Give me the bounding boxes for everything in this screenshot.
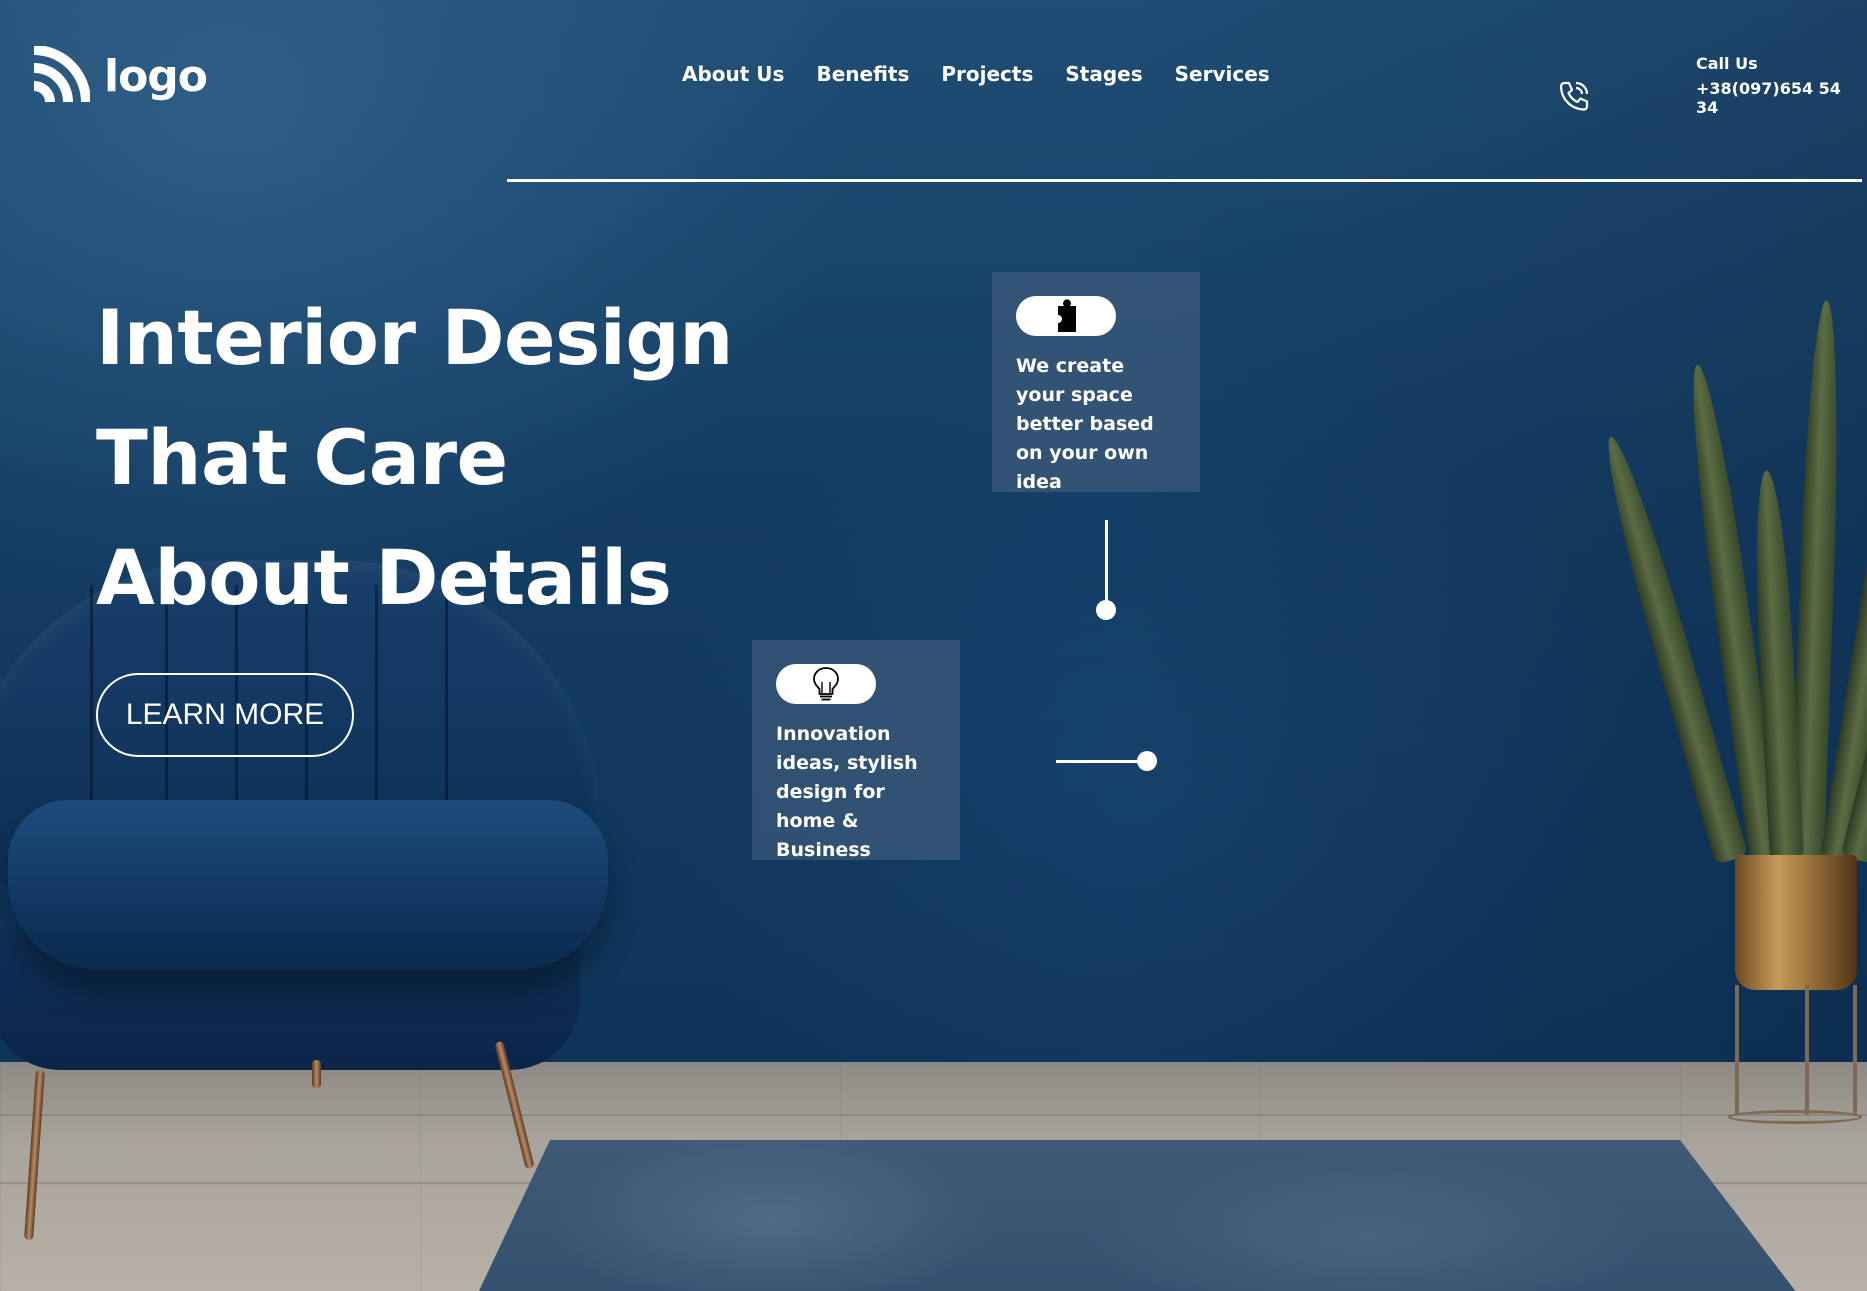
hero-title-line: Interior Design bbox=[96, 293, 733, 382]
call-us-block[interactable]: Call Us +38(097)654 54 34 bbox=[1696, 54, 1867, 117]
puzzle-piece-icon bbox=[1058, 299, 1076, 332]
feature-icon-pill bbox=[776, 664, 876, 704]
nav-stages[interactable]: Stages bbox=[1065, 62, 1142, 86]
lightbulb-icon bbox=[813, 667, 839, 701]
hero-title-line: About Details bbox=[96, 533, 672, 622]
hero-title: Interior Design That Care About Details bbox=[96, 278, 733, 638]
feature-text: We create your space better based on you… bbox=[1016, 355, 1154, 493]
armchair-rib bbox=[90, 585, 93, 815]
hero-title-line: That Care bbox=[96, 413, 508, 502]
nav-benefits[interactable]: Benefits bbox=[816, 62, 909, 86]
feature-card: Innovation ideas, stylish design for hom… bbox=[752, 640, 960, 861]
phone-icon[interactable] bbox=[1556, 78, 1592, 114]
pot-stand-ring bbox=[1728, 1110, 1862, 1124]
phone-number[interactable]: +38(097)654 54 34 bbox=[1696, 79, 1867, 117]
nav-services[interactable]: Services bbox=[1175, 62, 1270, 86]
feature-text: Innovation ideas, stylish design for hom… bbox=[776, 723, 918, 861]
feature-icon-pill bbox=[1016, 296, 1116, 336]
area-rug bbox=[470, 1140, 1810, 1291]
connector-dot bbox=[1096, 600, 1116, 620]
connector-dot bbox=[1137, 751, 1157, 771]
main-nav: About Us Benefits Projects Stages Servic… bbox=[682, 62, 1270, 86]
pot-stand-leg bbox=[1805, 985, 1809, 1115]
nav-about-us[interactable]: About Us bbox=[682, 62, 784, 86]
learn-more-button[interactable]: LEARN MORE bbox=[96, 673, 354, 757]
feature-card: We create your space better based on you… bbox=[992, 272, 1200, 493]
plant-pot bbox=[1735, 855, 1857, 990]
logo-text: logo bbox=[104, 50, 208, 102]
pot-stand-leg bbox=[1735, 985, 1739, 1115]
armchair-leg bbox=[312, 1060, 321, 1088]
armchair-seat bbox=[8, 800, 608, 970]
logo[interactable]: logo bbox=[30, 46, 208, 106]
header-divider bbox=[507, 179, 1862, 182]
nav-projects[interactable]: Projects bbox=[941, 62, 1033, 86]
connector-line bbox=[1105, 520, 1108, 605]
pot-stand-leg bbox=[1853, 985, 1857, 1115]
connector-line bbox=[1056, 760, 1144, 763]
call-us-label: Call Us bbox=[1696, 54, 1758, 73]
wifi-arcs-icon bbox=[33, 46, 90, 103]
floor-board-line bbox=[0, 1114, 1867, 1116]
